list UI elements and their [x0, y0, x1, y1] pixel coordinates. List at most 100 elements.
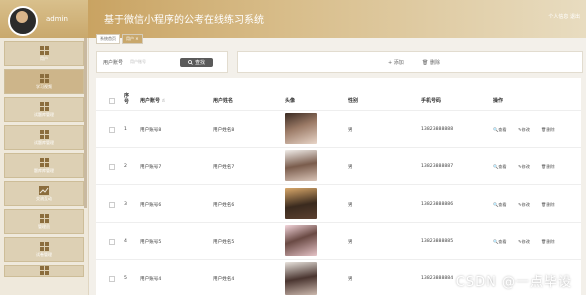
page-title: 基于微信小程序的公考在线练习系统 — [104, 15, 264, 26]
row-gender: 男 — [348, 128, 353, 133]
row-index: 2 — [124, 164, 127, 169]
grid-icon — [39, 241, 49, 251]
sidebar-item-label: 用户 — [40, 55, 48, 61]
action-bar: + 添加 🗑 删除 — [237, 51, 583, 73]
grid-icon — [39, 266, 49, 275]
search-input[interactable]: 用户账号 — [130, 59, 180, 65]
view-button[interactable]: 🔍查看 — [493, 127, 507, 133]
chart-icon — [39, 185, 49, 195]
view-label: 查看 — [498, 239, 507, 244]
column-header-phone: 手机号码 — [421, 98, 442, 104]
sidebar-item-label: 交流互动 — [36, 195, 52, 201]
delete-row-button[interactable]: 🗑删除 — [541, 127, 555, 133]
row-account: 用户账号5 — [140, 240, 162, 245]
search-button-label: 查找 — [195, 59, 206, 66]
grid-icon — [39, 73, 49, 83]
row-divider — [96, 184, 581, 185]
view-button[interactable]: 🔍查看 — [493, 239, 507, 245]
avatar[interactable] — [8, 6, 38, 36]
row-account: 用户账号6 — [140, 203, 162, 208]
grid-icon — [39, 157, 49, 167]
edit-button[interactable]: ✎修改 — [518, 164, 530, 170]
add-button[interactable]: + 添加 — [388, 59, 404, 66]
delete-label: 删除 — [546, 202, 555, 207]
sidebar-item-users[interactable]: 用户 — [4, 41, 84, 66]
row-divider — [96, 222, 581, 223]
sidebar-item-label: 管理员 — [38, 223, 50, 229]
row-account: 用户账号4 — [140, 277, 162, 282]
search-button[interactable]: 查找 — [180, 57, 214, 67]
column-header-account-label: 用户账号 — [140, 98, 161, 104]
row-phone: 13823888884 — [421, 276, 454, 281]
header: 基于微信小程序的公考在线练习系统 个人信息 退出 — [88, 0, 586, 38]
row-index: 4 — [124, 239, 127, 244]
delete-row-button[interactable]: 🗑删除 — [541, 239, 555, 245]
add-button-label: 添加 — [393, 60, 404, 66]
user-photo — [285, 113, 317, 144]
view-button[interactable]: 🔍查看 — [493, 202, 507, 208]
select-all-checkbox[interactable] — [109, 98, 115, 104]
grid-icon — [39, 45, 49, 55]
edit-button[interactable]: ✎修改 — [518, 127, 530, 133]
row-gender: 男 — [348, 165, 353, 170]
edit-label: 修改 — [521, 202, 530, 207]
edit-label: 修改 — [521, 127, 530, 132]
row-name: 用户姓名8 — [213, 128, 235, 133]
row-checkbox[interactable] — [109, 127, 115, 133]
row-index: 3 — [124, 202, 127, 207]
sidebar-item-question-bank[interactable]: 试题库管理 — [4, 97, 84, 122]
column-header-gender: 性别 — [348, 98, 359, 104]
column-header-account[interactable]: 用户账号 ☝ — [140, 97, 165, 104]
sidebar-item-bank-management[interactable]: 题库库管理 — [4, 153, 84, 178]
sidebar-scrollbar[interactable] — [84, 38, 87, 208]
row-account: 用户账号8 — [140, 128, 162, 133]
search-label: 用户账号 — [103, 59, 124, 66]
row-phone: 13823888886 — [421, 202, 454, 207]
breadcrumb-current-tab[interactable]: 用户 ✕ — [122, 34, 143, 44]
header-user-links[interactable]: 个人信息 退出 — [548, 13, 580, 20]
edit-button[interactable]: ✎修改 — [518, 239, 530, 245]
delete-button[interactable]: 🗑 删除 — [422, 59, 440, 66]
edit-button[interactable]: ✎修改 — [518, 202, 530, 208]
user-table: 序号 用户账号 ☝ 用户姓名 头像 性别 手机号码 操作 1 用户账号8 用户姓… — [96, 78, 581, 295]
sidebar-item-more[interactable] — [4, 265, 84, 277]
sidebar-item-label: 试题库管理 — [34, 139, 54, 145]
sidebar-item-question-bank-2[interactable]: 试题库管理 — [4, 125, 84, 150]
delete-label: 删除 — [546, 239, 555, 244]
user-photo — [285, 225, 317, 256]
view-label: 查看 — [498, 202, 507, 207]
breadcrumb-home[interactable]: 系统首页 — [96, 34, 120, 44]
sidebar-item-admin[interactable]: 管理员 — [4, 209, 84, 234]
delete-button-label: 删除 — [429, 60, 440, 66]
row-divider — [96, 110, 581, 111]
row-gender: 男 — [348, 277, 353, 282]
row-name: 用户姓名5 — [213, 240, 235, 245]
row-checkbox[interactable] — [109, 276, 115, 282]
row-name: 用户姓名4 — [213, 277, 235, 282]
search-bar: 用户账号 用户账号 查找 — [96, 51, 228, 73]
sidebar-item-videos[interactable]: 学习视频 — [4, 69, 84, 94]
watermark: CSDN @一点毕设 — [455, 275, 572, 290]
sidebar-item-label: 试卷管理 — [36, 251, 52, 257]
row-checkbox[interactable] — [109, 239, 115, 245]
row-index: 1 — [124, 127, 127, 132]
edit-label: 修改 — [521, 164, 530, 169]
column-header-photo: 头像 — [285, 98, 296, 104]
view-button[interactable]: 🔍查看 — [493, 164, 507, 170]
delete-row-button[interactable]: 🗑删除 — [541, 202, 555, 208]
row-phone: 13823888887 — [421, 164, 454, 169]
sidebar-item-label: 题库库管理 — [34, 167, 54, 173]
sidebar-header: admin — [0, 0, 88, 38]
breadcrumb: 系统首页 用户 ✕ — [96, 34, 143, 44]
row-name: 用户姓名6 — [213, 203, 235, 208]
delete-row-button[interactable]: 🗑删除 — [541, 164, 555, 170]
sidebar-item-community[interactable]: 交流互动 — [4, 181, 84, 206]
row-checkbox[interactable] — [109, 164, 115, 170]
cursor-icon: ☝ — [161, 98, 165, 104]
user-name: admin — [46, 15, 68, 23]
row-checkbox[interactable] — [109, 202, 115, 208]
row-index: 5 — [124, 276, 127, 281]
sidebar-item-papers[interactable]: 试卷管理 — [4, 237, 84, 262]
search-icon — [188, 59, 193, 65]
row-phone: 13823888885 — [421, 239, 454, 244]
